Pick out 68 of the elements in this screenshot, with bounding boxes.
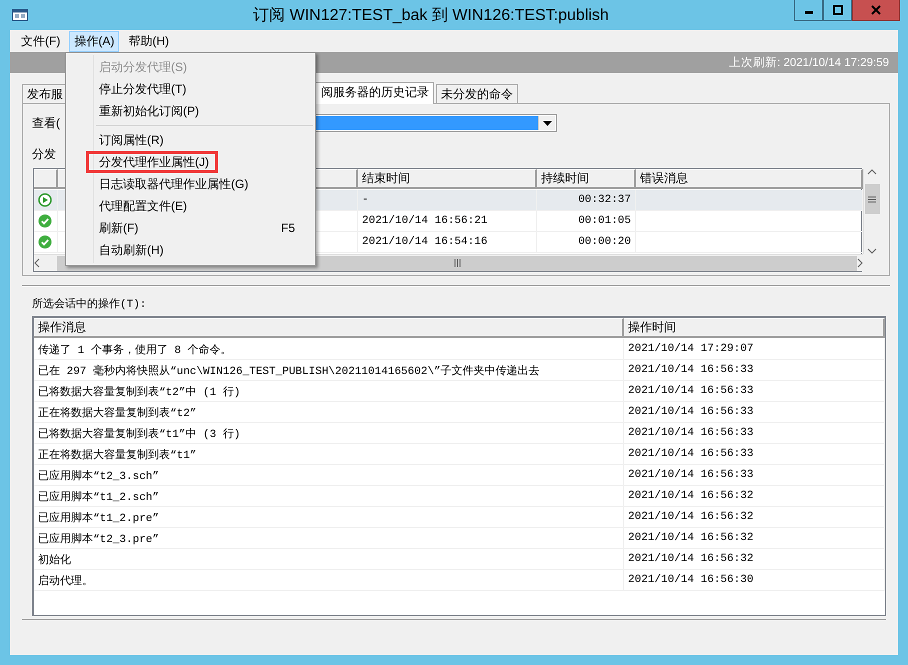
- table-cell: 2021/10/14 16:54:16: [358, 232, 537, 253]
- menu-item[interactable]: 重新初始化订阅(P): [66, 100, 315, 122]
- chevron-down-icon: [867, 248, 877, 254]
- table-cell: 00:01:05: [537, 211, 636, 232]
- table-cell: 2021/10/14 17:29:07: [624, 339, 885, 360]
- menu-item[interactable]: 停止分发代理(T): [66, 78, 315, 100]
- table-cell: 已将数据大容量复制到表“t1”中 (3 行): [34, 423, 624, 444]
- table-cell: 已应用脚本“t2_3.sch”: [34, 465, 624, 486]
- table-cell: 初始化: [34, 549, 624, 570]
- close-button[interactable]: [852, 0, 900, 21]
- menu-item[interactable]: 分发代理作业属性(J): [86, 151, 218, 173]
- table-cell: -: [358, 190, 537, 211]
- table-cell: 2021/10/14 16:56:32: [624, 507, 885, 528]
- table-cell: 2021/10/14 16:56:33: [624, 423, 885, 444]
- table-cell: 正在将数据大容量复制到表“t2”: [34, 402, 624, 423]
- chevron-left-icon: [34, 258, 40, 268]
- table-cell: 2021/10/14 16:56:32: [624, 549, 885, 570]
- table-cell: 已应用脚本“t1_2.sch”: [34, 486, 624, 507]
- table-cell: 传递了 1 个事务，使用了 8 个命令。: [34, 339, 624, 360]
- table-cell: 2021/10/14 16:56:32: [624, 486, 885, 507]
- column-header[interactable]: 错误消息: [636, 169, 863, 189]
- column-header[interactable]: 操作消息: [34, 318, 624, 338]
- chevron-up-icon: [867, 169, 877, 175]
- column-header[interactable]: 持续时间: [537, 169, 636, 189]
- field-label: 查看(: [32, 114, 60, 132]
- column-header[interactable]: 结束时间: [358, 169, 537, 189]
- column-header[interactable]: 操作时间: [624, 318, 885, 338]
- table-cell: 2021/10/14 16:56:33: [624, 360, 885, 381]
- section-label: 所选会话中的操作(T):: [32, 297, 148, 311]
- app-icon: [12, 9, 28, 21]
- menu-item[interactable]: 自动刷新(H): [66, 239, 315, 261]
- table-cell: 2021/10/14 16:56:30: [624, 570, 885, 591]
- shortcut-label: F5: [280, 221, 295, 235]
- tab[interactable]: 阅服务器的历史记录: [314, 82, 434, 104]
- section-label: 分发: [32, 146, 56, 163]
- table-cell: 2021/10/14 16:56:32: [624, 528, 885, 549]
- window-title: 订阅 WIN127:TEST_bak 到 WIN126:TEST:publish: [252, 6, 610, 26]
- table-cell: 已将数据大容量复制到表“t2”中 (1 行): [34, 381, 624, 402]
- table-cell: 00:00:20: [537, 232, 636, 253]
- grip-icon: [454, 259, 460, 267]
- close-icon: [871, 5, 881, 15]
- menu-item[interactable]: 帮助(H): [123, 30, 174, 52]
- table-cell: 00:32:37: [537, 190, 636, 211]
- maximize-button[interactable]: [823, 0, 852, 21]
- table-cell: 已应用脚本“t1_2.pre”: [34, 507, 624, 528]
- tab[interactable]: 未分发的命令: [436, 84, 518, 103]
- caret-icon: [542, 120, 552, 126]
- table-cell: 2021/10/14 16:56:33: [624, 381, 885, 402]
- menu-item[interactable]: 文件(F): [16, 30, 66, 52]
- table-cell: 2021/10/14 16:56:21: [358, 211, 537, 232]
- table-cell: 正在将数据大容量复制到表“t1”: [34, 444, 624, 465]
- grip-icon: [868, 196, 876, 202]
- table-cell: 2021/10/14 16:56:33: [624, 444, 885, 465]
- last-refresh-label: 上次刷新: 2021/10/14 17:29:59: [729, 55, 889, 70]
- menu-item[interactable]: 日志读取器代理作业属性(G): [66, 173, 315, 195]
- maximize-icon: [832, 5, 842, 15]
- chevron-right-icon: [857, 258, 863, 268]
- column-header[interactable]: [34, 169, 58, 189]
- table-cell: 2021/10/14 16:56:33: [624, 402, 885, 423]
- table-cell: 已应用脚本“t2_3.pre”: [34, 528, 624, 549]
- minimize-button[interactable]: [794, 0, 823, 21]
- menu-item[interactable]: 订阅属性(R): [66, 129, 315, 151]
- table-cell: 2021/10/14 16:56:33: [624, 465, 885, 486]
- menu-item[interactable]: 刷新(F) F5: [66, 217, 315, 239]
- menu-item[interactable]: 操作(A): [69, 30, 120, 52]
- table-cell: 已在 297 毫秒内将快照从“unc\WIN126_TEST_PUBLISH\20211014165602\”子文件夹中传递出去: [34, 360, 624, 381]
- table-cell: 启动代理。: [34, 570, 624, 591]
- menu-item[interactable]: 代理配置文件(E): [66, 195, 315, 217]
